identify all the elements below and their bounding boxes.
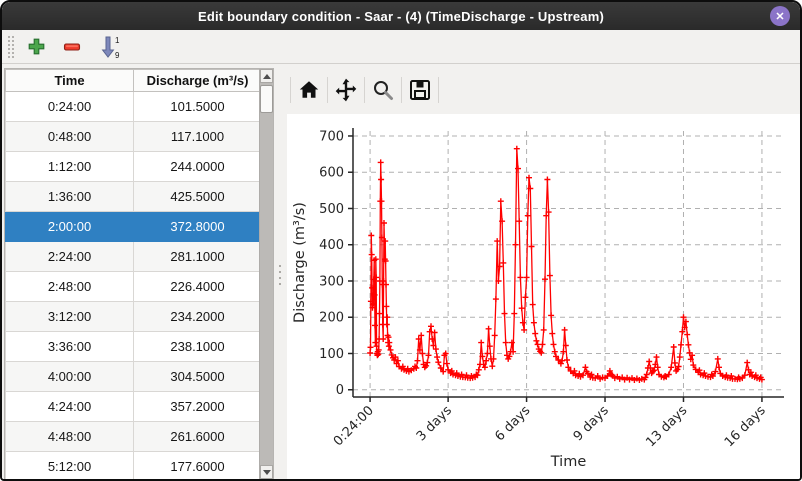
discharge-cell[interactable]: 425.5000 <box>134 182 262 212</box>
table-row[interactable]: 2:48:00226.4000 <box>6 272 262 302</box>
discharge-cell[interactable]: 234.2000 <box>134 302 262 332</box>
svg-text:6 days: 6 days <box>492 403 533 444</box>
column-header-time[interactable]: Time <box>6 70 134 92</box>
svg-text:100: 100 <box>319 347 344 362</box>
sort-rows-button[interactable]: 1 9 <box>94 34 126 60</box>
table-scrollbar[interactable] <box>259 69 273 479</box>
titlebar[interactable]: Edit boundary condition - Saar - (4) (Ti… <box>2 2 800 30</box>
time-cell[interactable]: 3:36:00 <box>6 332 134 362</box>
time-cell[interactable]: 1:36:00 <box>6 182 134 212</box>
discharge-cell[interactable]: 226.4000 <box>134 272 262 302</box>
time-cell[interactable]: 5:12:00 <box>6 452 134 481</box>
table-row[interactable]: 1:12:00244.0000 <box>6 152 262 182</box>
discharge-chart: 0 100 200 300 400 500 600 700 0:24:00 3 days 6 day… <box>287 114 800 479</box>
splitter-grip-icon <box>279 265 281 285</box>
svg-text:300: 300 <box>319 274 344 289</box>
table-row[interactable]: 4:24:00357.2000 <box>6 392 262 422</box>
table-row[interactable]: 3:36:00238.1000 <box>6 332 262 362</box>
plus-icon <box>28 38 45 55</box>
discharge-cell[interactable]: 238.1000 <box>134 332 262 362</box>
minus-icon <box>63 38 81 56</box>
home-icon <box>297 78 321 102</box>
time-cell[interactable]: 3:12:00 <box>6 302 134 332</box>
zoom-icon <box>371 78 395 102</box>
time-cell[interactable]: 1:12:00 <box>6 152 134 182</box>
chart-save-button[interactable] <box>405 75 435 105</box>
panel-splitter[interactable] <box>274 65 287 479</box>
edit-toolbar: 1 9 <box>2 30 800 64</box>
svg-text:0: 0 <box>336 383 344 398</box>
add-row-button[interactable] <box>22 34 50 60</box>
discharge-cell[interactable]: 372.8000 <box>134 212 262 242</box>
time-cell[interactable]: 0:48:00 <box>6 122 134 152</box>
discharge-cell[interactable]: 281.1000 <box>134 242 262 272</box>
timeseries-table-panel: Time Discharge (m³/s) 0:24:00101.50000:4… <box>4 68 274 479</box>
discharge-cell[interactable]: 261.6000 <box>134 422 262 452</box>
time-cell[interactable]: 4:48:00 <box>6 422 134 452</box>
table-row[interactable]: 0:24:00101.5000 <box>6 92 262 122</box>
discharge-cell[interactable]: 357.2000 <box>134 392 262 422</box>
time-cell[interactable]: 2:00:00 <box>6 212 134 242</box>
svg-text:9 days: 9 days <box>571 403 612 444</box>
window-title: Edit boundary condition - Saar - (4) (Ti… <box>198 9 604 24</box>
column-header-discharge[interactable]: Discharge (m³/s) <box>134 70 262 92</box>
triangle-up-icon <box>263 74 271 79</box>
svg-text:3 days: 3 days <box>414 403 455 444</box>
edit-boundary-condition-dialog: Edit boundary condition - Saar - (4) (Ti… <box>0 0 802 481</box>
svg-text:200: 200 <box>319 311 344 326</box>
time-cell[interactable]: 2:48:00 <box>6 272 134 302</box>
table-row[interactable]: 0:48:00117.1000 <box>6 122 262 152</box>
svg-text:700: 700 <box>319 129 344 144</box>
discharge-cell[interactable]: 101.5000 <box>134 92 262 122</box>
svg-text:16 days: 16 days <box>722 403 769 450</box>
chart-canvas: 0 100 200 300 400 500 600 700 0:24:00 3 days 6 day… <box>287 114 802 481</box>
time-cell[interactable]: 4:24:00 <box>6 392 134 422</box>
svg-text:0:24:00: 0:24:00 <box>331 403 377 449</box>
scroll-up-button[interactable] <box>260 69 273 83</box>
save-icon <box>408 78 432 102</box>
close-icon: ✕ <box>775 10 784 23</box>
dialog-content: Time Discharge (m³/s) 0:24:00101.50000:4… <box>2 65 800 479</box>
table-row[interactable]: 2:24:00281.1000 <box>6 242 262 272</box>
time-cell[interactable]: 2:24:00 <box>6 242 134 272</box>
sort-ascending-icon: 1 9 <box>99 35 121 59</box>
scroll-down-button[interactable] <box>260 465 273 479</box>
table-row[interactable]: 5:12:00177.6000 <box>6 452 262 481</box>
chart-toolbar <box>287 65 800 114</box>
discharge-cell[interactable]: 304.5000 <box>134 362 262 392</box>
x-axis-label: Time <box>550 454 587 470</box>
pan-icon <box>333 77 359 103</box>
svg-text:9: 9 <box>115 51 120 59</box>
time-cell[interactable]: 0:24:00 <box>6 92 134 122</box>
table-row[interactable]: 3:12:00234.2000 <box>6 302 262 332</box>
discharge-cell[interactable]: 177.6000 <box>134 452 262 481</box>
table-row[interactable]: 2:00:00372.8000 <box>6 212 262 242</box>
table-row[interactable]: 1:36:00425.5000 <box>6 182 262 212</box>
chart-pan-button[interactable] <box>331 75 361 105</box>
scrollbar-thumb[interactable] <box>260 85 273 113</box>
y-axis-label: Discharge (m³/s) <box>292 202 308 323</box>
discharge-cell[interactable]: 117.1000 <box>134 122 262 152</box>
close-button[interactable]: ✕ <box>770 6 790 26</box>
remove-row-button[interactable] <box>58 34 86 60</box>
chart-zoom-button[interactable] <box>368 75 398 105</box>
toolbar-grip-handle[interactable] <box>8 36 14 58</box>
svg-text:1: 1 <box>115 36 120 45</box>
svg-text:500: 500 <box>319 202 344 217</box>
svg-text:400: 400 <box>319 238 344 253</box>
time-cell[interactable]: 4:00:00 <box>6 362 134 392</box>
table-row[interactable]: 4:48:00261.6000 <box>6 422 262 452</box>
discharge-cell[interactable]: 244.0000 <box>134 152 262 182</box>
svg-text:600: 600 <box>319 166 344 181</box>
timeseries-table: Time Discharge (m³/s) 0:24:00101.50000:4… <box>5 69 262 481</box>
chart-home-button[interactable] <box>294 75 324 105</box>
triangle-down-icon <box>263 470 271 475</box>
svg-text:13 days: 13 days <box>643 403 690 450</box>
table-row[interactable]: 4:00:00304.5000 <box>6 362 262 392</box>
